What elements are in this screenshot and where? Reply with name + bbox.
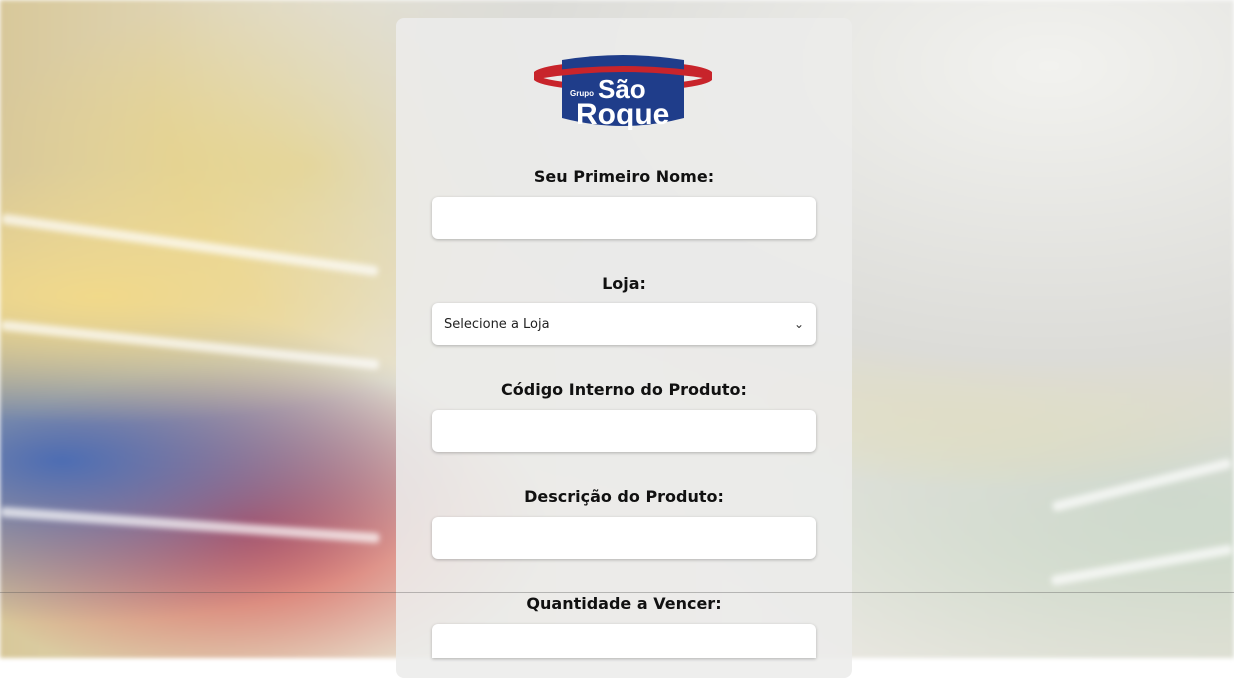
logo-line2: Roque — [576, 98, 669, 131]
product-code-input[interactable] — [432, 410, 816, 452]
divider-line — [0, 592, 1234, 593]
grupo-sao-roque-logo: Grupo São Roque — [534, 55, 712, 131]
first-name-input[interactable] — [432, 197, 816, 239]
store-label: Loja: — [602, 274, 646, 293]
product-description-input[interactable] — [432, 517, 816, 559]
first-name-label: Seu Primeiro Nome: — [533, 167, 715, 186]
chevron-down-icon: ⌄ — [793, 317, 804, 331]
quantity-input[interactable] — [432, 624, 816, 658]
product-code-label: Código Interno do Produto: — [501, 380, 747, 399]
store-select[interactable]: Selecione a Loja ⌄ — [432, 303, 816, 345]
logo-prefix: Grupo — [570, 89, 594, 98]
product-description-label: Descrição do Produto: — [524, 487, 724, 506]
quantity-label: Quantidade a Vencer: — [526, 594, 722, 613]
store-selected-value: Selecione a Loja — [444, 316, 550, 332]
